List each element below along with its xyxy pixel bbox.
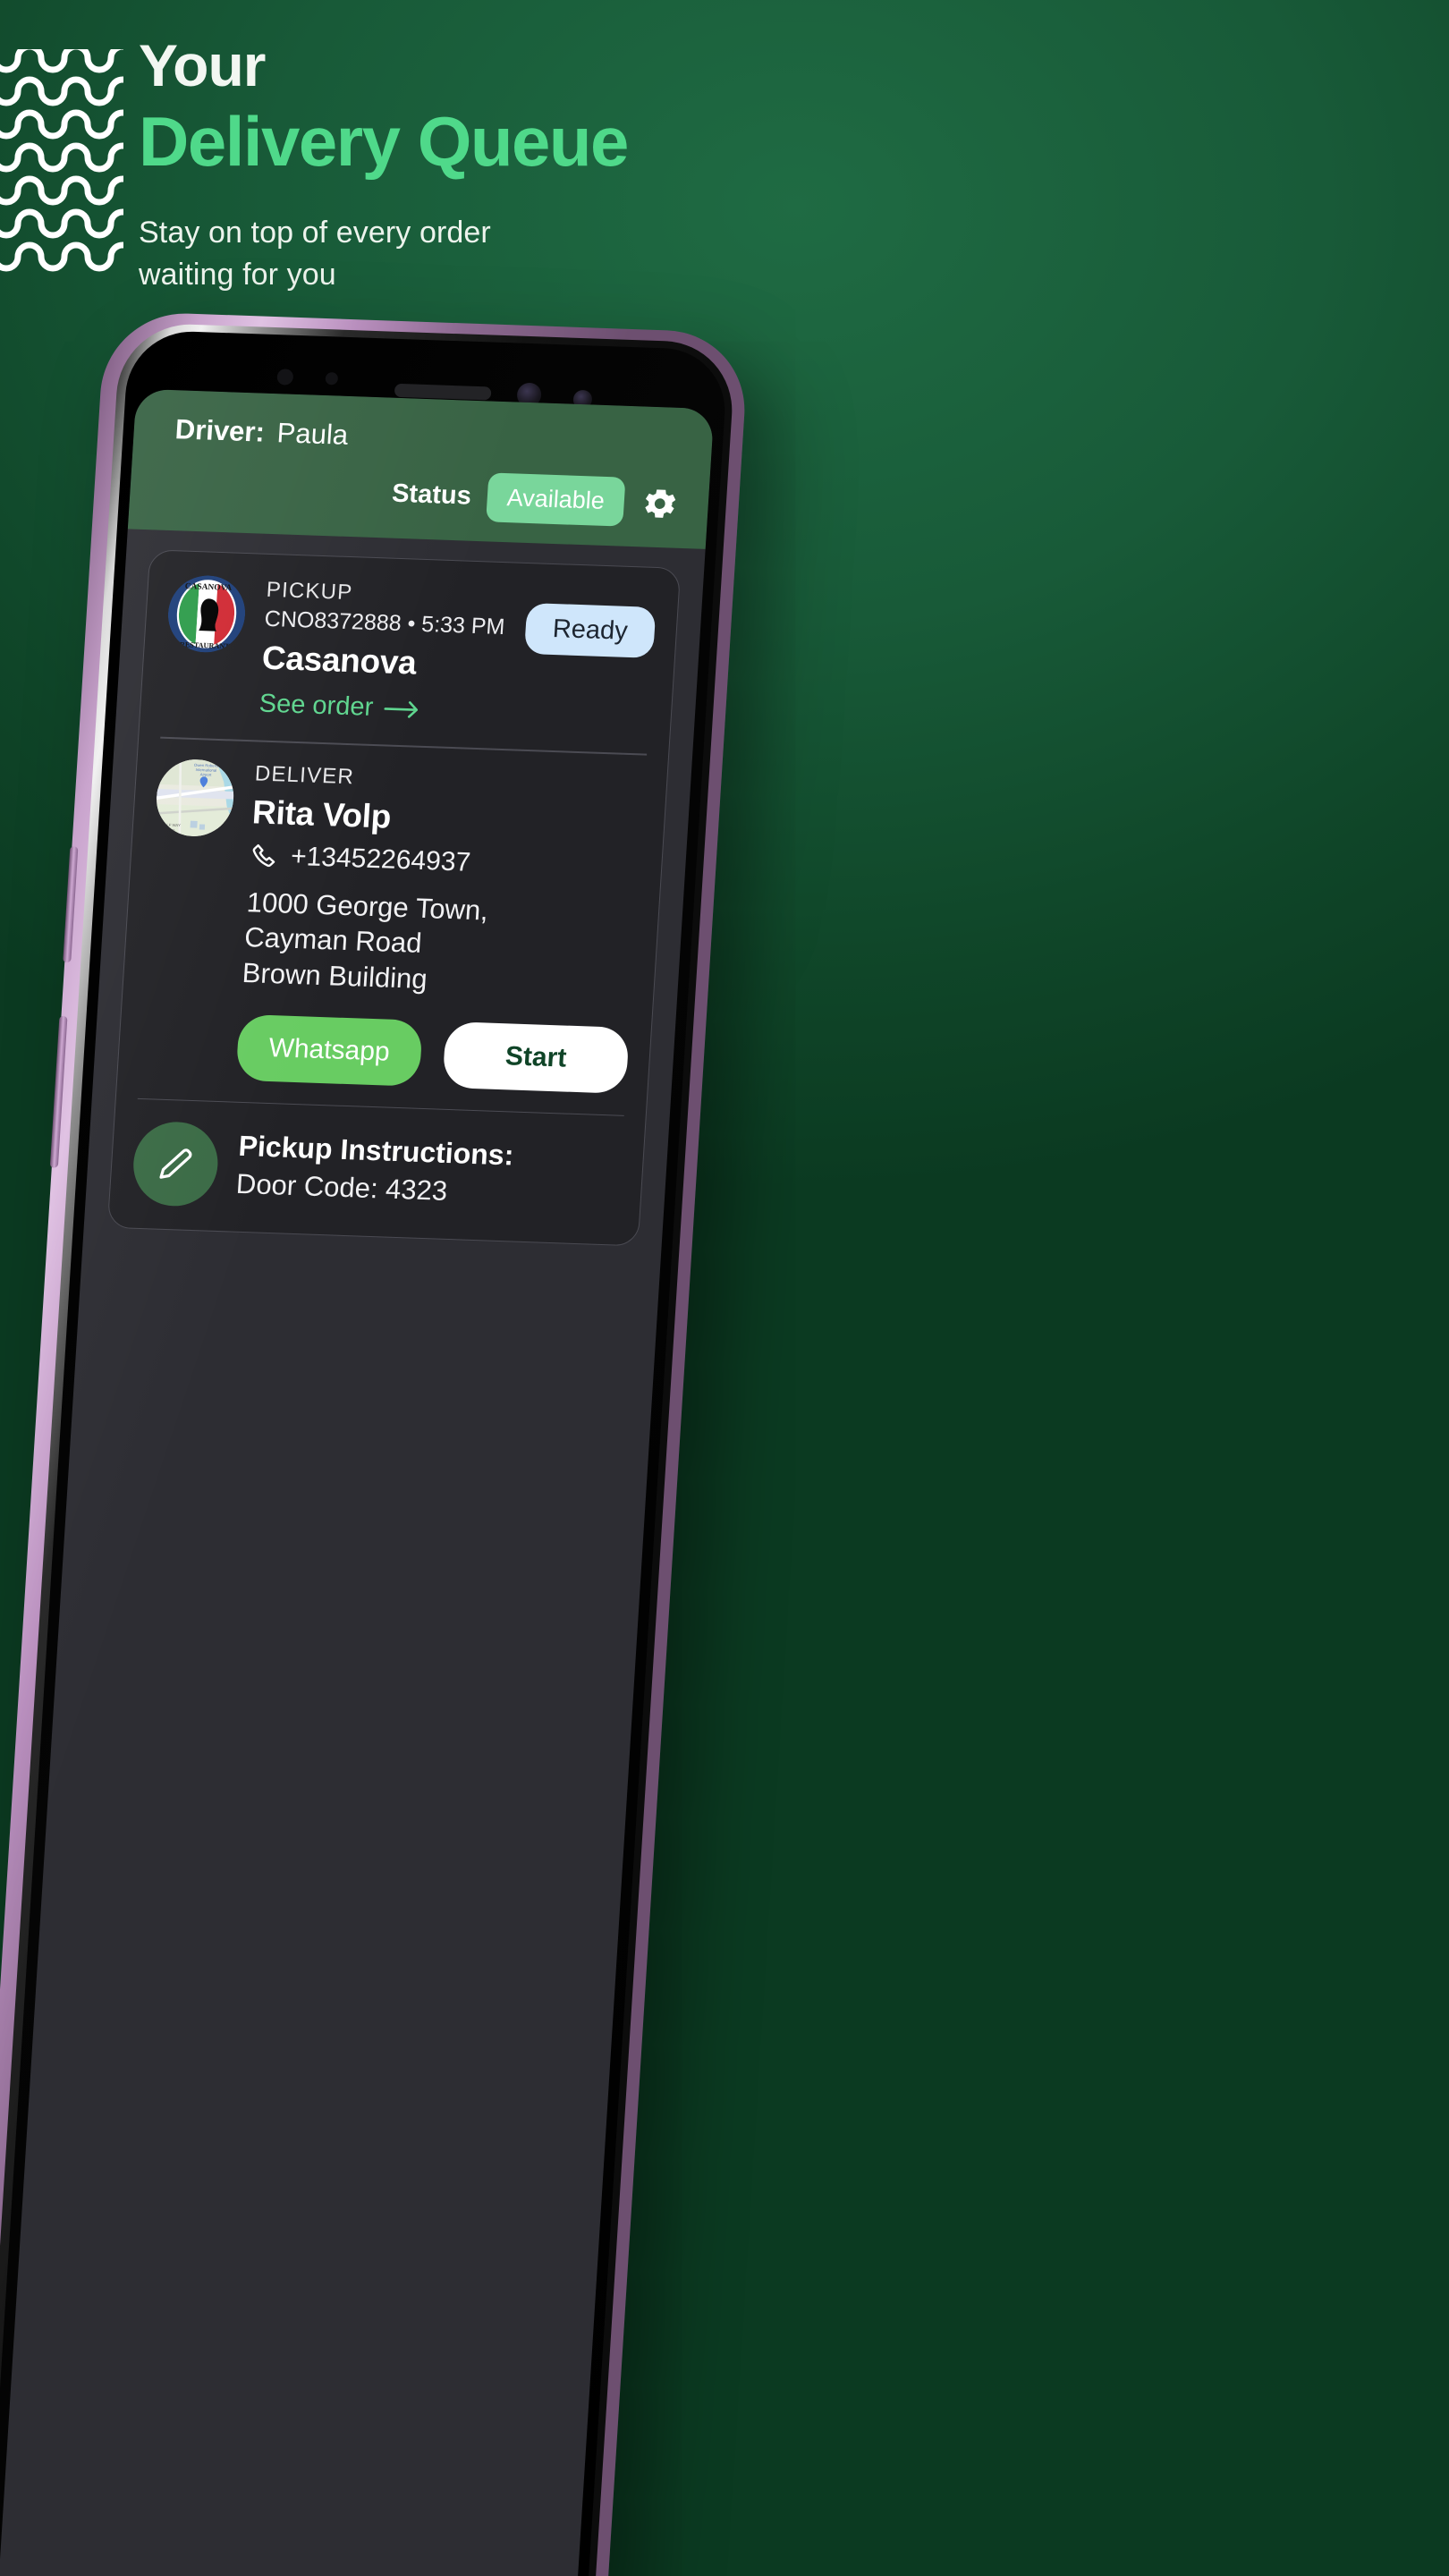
card-divider-2 (137, 1097, 624, 1116)
driver-row: Driver: Paula (157, 413, 690, 464)
edit-instructions-button[interactable] (131, 1120, 221, 1208)
card-divider-1 (160, 736, 648, 756)
start-button[interactable]: Start (442, 1021, 630, 1094)
status-row: Status Available (152, 461, 686, 529)
light-sensor-icon (325, 372, 339, 386)
hero-title-line2: Delivery Queue (139, 102, 629, 182)
action-button-row: Whatsapp Start (235, 1013, 630, 1094)
svg-text:CASANOVA: CASANOVA (184, 582, 232, 593)
whatsapp-button[interactable]: Whatsapp (235, 1013, 423, 1087)
pickup-instructions-title: Pickup Instructions: (237, 1129, 515, 1172)
pencil-icon (159, 1148, 192, 1179)
see-order-label: See order (258, 689, 375, 722)
svg-text:POND: POND (164, 827, 175, 832)
app-header: Driver: Paula Status Available (127, 388, 715, 549)
arrow-right-icon (384, 700, 419, 718)
deliver-customer-name: Rita Volp (250, 792, 393, 835)
hero-subtitle-line2: waiting for you (139, 257, 336, 292)
map-thumbnail-icon[interactable]: Owen Roberts International Airport ALF W… (154, 758, 236, 837)
deliver-eyebrow: DELIVER (254, 760, 355, 789)
svg-text:RESTAURANT: RESTAURANT (180, 640, 231, 650)
status-label: Status (391, 479, 472, 511)
driver-name: Paula (275, 417, 350, 451)
svg-text:Airport: Airport (200, 772, 213, 776)
svg-text:ALF WAY: ALF WAY (164, 822, 181, 827)
customer-phone-number: +13452264937 (290, 841, 472, 877)
hero-subtitle-line1: Stay on top of every order (139, 215, 491, 250)
pickup-instructions-body: Door Code: 4323 (234, 1167, 449, 1207)
wave-pattern-icon (0, 49, 123, 282)
pickup-section: CASANOVA RESTAURANT PICKUP CNO8372888 • … (162, 574, 657, 733)
order-status-badge[interactable]: Ready (524, 602, 657, 658)
pickup-restaurant-name: Casanova (260, 639, 418, 682)
gear-icon[interactable] (639, 483, 681, 523)
order-card[interactable]: CASANOVA RESTAURANT PICKUP CNO8372888 • … (106, 549, 682, 1247)
driver-label: Driver: (174, 413, 266, 448)
delivery-address: 1000 George Town, Cayman Road Brown Buil… (242, 885, 638, 1004)
pickup-eyebrow: PICKUP (266, 577, 354, 606)
pickup-order-meta: CNO8372888 • 5:33 PM (263, 606, 506, 640)
see-order-link[interactable]: See order (258, 690, 502, 727)
casanova-restaurant-logo: CASANOVA RESTAURANT (165, 574, 247, 654)
pickup-instructions-section: Pickup Instructions: Door Code: 4323 (131, 1120, 623, 1222)
deliver-section: Owen Roberts International Airport ALF W… (139, 758, 645, 1094)
hero-title-line1: Your (139, 32, 266, 98)
hero-text-block: Your Delivery Queue Stay on top of every… (139, 32, 629, 295)
phone-icon (252, 843, 275, 867)
customer-phone-row[interactable]: +13452264937 (249, 840, 640, 884)
proximity-sensor-icon (276, 369, 294, 386)
status-badge[interactable]: Available (486, 472, 626, 527)
